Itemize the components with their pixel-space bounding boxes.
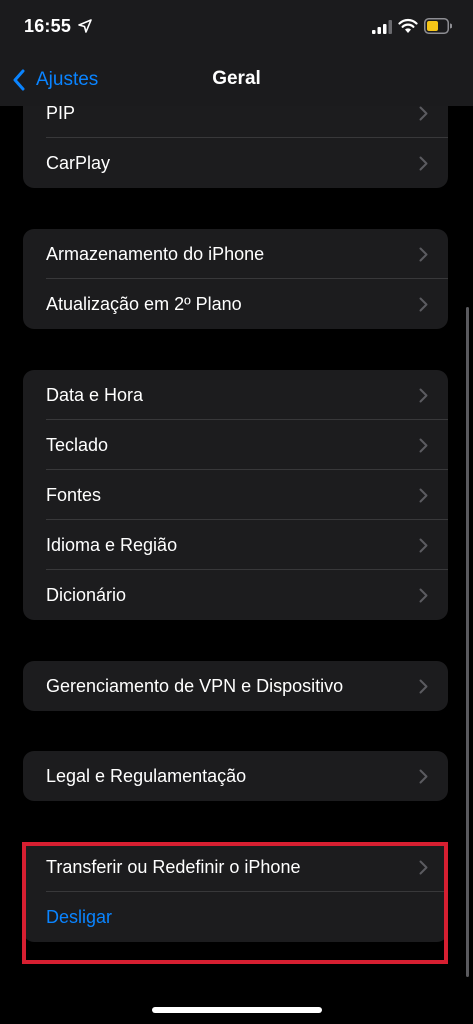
row-label: Gerenciamento de VPN e Dispositivo	[46, 675, 344, 696]
chevron-right-icon	[419, 860, 428, 875]
row-label: Atualização em 2º Plano	[46, 293, 242, 314]
row-shut-down[interactable]: Desligar	[23, 892, 448, 942]
status-bar: 16:55	[0, 0, 473, 52]
top-chrome: 16:55 Ajustes Geral	[0, 0, 473, 106]
chevron-right-icon	[419, 438, 428, 453]
chevron-right-icon	[419, 297, 428, 312]
page-title: Geral	[212, 68, 261, 89]
settings-list: PIP CarPlay Armazenamento do iPhone Atua…	[0, 0, 473, 1024]
chevron-right-icon	[419, 156, 428, 171]
chevron-right-icon	[419, 538, 428, 553]
row-transfer-reset[interactable]: Transferir ou Redefinir o iPhone	[23, 842, 448, 892]
row-label: Fontes	[46, 484, 102, 505]
chevron-right-icon	[419, 388, 428, 403]
group-legal: Legal e Regulamentação	[23, 751, 448, 801]
chevron-right-icon	[419, 247, 428, 262]
row-label: Data e Hora	[46, 384, 144, 405]
row-label: CarPlay	[46, 152, 111, 173]
shut-down-label: Desligar	[46, 906, 113, 927]
row-background-refresh[interactable]: Atualização em 2º Plano	[23, 279, 448, 329]
wifi-icon	[398, 18, 418, 33]
row-label: Idioma e Região	[46, 534, 178, 555]
group-vpn: Gerenciamento de VPN e Dispositivo	[23, 661, 448, 711]
row-iphone-storage[interactable]: Armazenamento do iPhone	[23, 229, 448, 279]
row-label: Legal e Regulamentação	[46, 765, 247, 786]
cellular-signal-icon	[372, 20, 392, 34]
row-label: Dicionário	[46, 584, 127, 605]
row-date-time[interactable]: Data e Hora	[23, 370, 448, 420]
row-carplay[interactable]: CarPlay	[23, 138, 448, 188]
location-arrow-icon	[78, 19, 92, 33]
chevron-right-icon	[419, 588, 428, 603]
row-fonts[interactable]: Fontes	[23, 470, 448, 520]
row-label: Armazenamento do iPhone	[46, 243, 265, 264]
row-label: Teclado	[46, 434, 109, 455]
row-label: Transferir ou Redefinir o iPhone	[46, 856, 301, 877]
group-storage: Armazenamento do iPhone Atualização em 2…	[23, 229, 448, 329]
group-locale: Data e Hora Teclado Fontes Idioma e Regi…	[23, 370, 448, 620]
home-indicator[interactable]	[152, 1007, 322, 1013]
chevron-right-icon	[419, 769, 428, 784]
scroll-indicator[interactable]	[466, 307, 469, 977]
row-keyboard[interactable]: Teclado	[23, 420, 448, 470]
group-reset-shutdown: Transferir ou Redefinir o iPhone Desliga…	[23, 842, 448, 942]
chevron-right-icon	[419, 488, 428, 503]
row-language-region[interactable]: Idioma e Região	[23, 520, 448, 570]
chevron-right-icon	[419, 679, 428, 694]
nav-bar: Ajustes Geral	[0, 52, 473, 106]
chevron-right-icon	[419, 106, 428, 121]
battery-icon	[424, 18, 452, 34]
row-legal-regulatory[interactable]: Legal e Regulamentação	[23, 751, 448, 801]
row-vpn-device-management[interactable]: Gerenciamento de VPN e Dispositivo	[23, 661, 448, 711]
status-time: 16:55	[24, 16, 72, 36]
row-dictionary[interactable]: Dicionário	[23, 570, 448, 620]
